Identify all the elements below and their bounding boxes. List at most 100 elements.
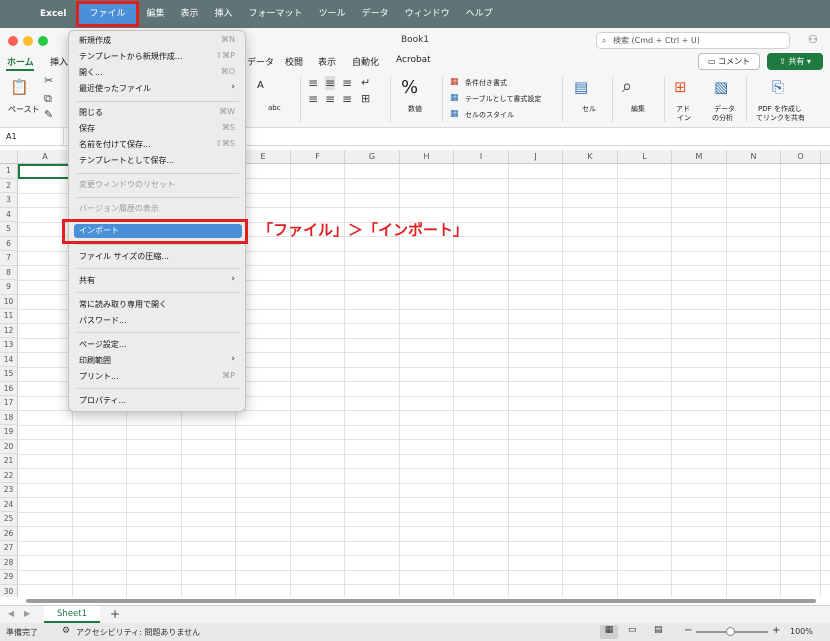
format-as-table-button[interactable]: テーブルとして書式設定 <box>465 94 541 104</box>
copy-icon[interactable]: ⧉ <box>44 92 52 106</box>
file-menu[interactable]: ファイル <box>76 1 139 27</box>
menu-item-properties[interactable]: プロパティ... <box>79 395 126 406</box>
menu-item-save-as[interactable]: 名前を付けて保存... <box>79 139 151 150</box>
cell-styles-button[interactable]: セルのスタイル <box>465 110 514 120</box>
row-header[interactable]: 29 <box>0 570 18 585</box>
row-header[interactable]: 26 <box>0 526 18 541</box>
align-center-icon[interactable]: ≡ <box>325 92 335 106</box>
menu-item-print-area[interactable]: 印刷範囲 <box>79 355 111 366</box>
align-bottom-icon[interactable]: ≡ <box>342 76 352 90</box>
menu-item-save[interactable]: 保存 <box>79 123 95 134</box>
menu-item-save-as-template[interactable]: テンプレートとして保存... <box>79 155 174 166</box>
cells-icon[interactable]: ▤ <box>574 78 588 96</box>
row-header[interactable]: 10 <box>0 294 18 309</box>
menu-item-page-setup[interactable]: ページ設定... <box>79 339 126 350</box>
create-pdf-icon[interactable]: ⎘ <box>772 78 784 96</box>
comment-button[interactable]: ▭ コメント <box>698 53 760 70</box>
row-header[interactable]: 24 <box>0 497 18 512</box>
prev-sheet-icon[interactable]: ◀ <box>8 609 14 618</box>
page-break-view-icon[interactable]: ▤ <box>654 625 663 635</box>
name-box[interactable]: A1 <box>0 128 64 145</box>
share-button[interactable]: ⇪ 共有 ▾ <box>767 53 823 70</box>
row-header[interactable]: 22 <box>0 468 18 483</box>
tab-insert[interactable]: 挿入 <box>50 55 68 68</box>
row-header[interactable]: 21 <box>0 454 18 469</box>
row-header[interactable]: 20 <box>0 439 18 454</box>
row-header[interactable]: 11 <box>0 309 18 324</box>
menu-item-new-from-template[interactable]: テンプレートから新規作成... <box>79 51 182 62</box>
tools-menu[interactable]: ツール <box>311 0 354 28</box>
edit-menu[interactable]: 編集 <box>139 0 173 28</box>
row-header[interactable]: 19 <box>0 425 18 440</box>
column-header[interactable]: I <box>454 150 509 164</box>
menu-item-recent[interactable]: 最近使ったファイル <box>79 83 151 94</box>
menu-item-print[interactable]: プリント... <box>79 371 119 382</box>
number-format-button[interactable]: % <box>401 77 418 98</box>
cut-icon[interactable]: ✂ <box>44 74 53 87</box>
align-middle-icon[interactable]: ≡ <box>325 76 336 90</box>
apple-icon[interactable] <box>10 7 26 21</box>
search-input[interactable]: ⌕ 検索 (Cmd + Ctrl + U) <box>596 32 790 49</box>
row-header[interactable]: 4 <box>0 207 18 222</box>
horizontal-scrollbar[interactable] <box>0 597 830 605</box>
menu-item-close[interactable]: 閉じる <box>79 107 103 118</box>
addins-icon[interactable]: ⊞ <box>674 78 687 96</box>
zoom-in-icon[interactable]: + <box>772 625 780 636</box>
row-header[interactable]: 8 <box>0 265 18 280</box>
sheet-tab-sheet1[interactable]: Sheet1 <box>44 606 100 623</box>
window-menu[interactable]: ウィンドウ <box>397 0 458 28</box>
column-header[interactable]: L <box>618 150 672 164</box>
paste-icon[interactable]: 📋 <box>10 78 29 96</box>
row-header[interactable]: 18 <box>0 410 18 425</box>
column-header[interactable]: M <box>672 150 727 164</box>
font-size-up-button[interactable]: A <box>257 80 264 91</box>
wrap-text-icon[interactable]: ↵ <box>361 76 370 89</box>
align-left-icon[interactable]: ≡ <box>308 92 318 106</box>
align-top-icon[interactable]: ≡ <box>308 76 318 90</box>
column-header[interactable]: K <box>563 150 618 164</box>
select-all-corner[interactable] <box>0 150 18 164</box>
merge-cells-icon[interactable]: ⊞ <box>361 92 370 105</box>
find-icon[interactable]: ⌕ <box>622 76 632 97</box>
format-painter-icon[interactable]: ✎ <box>44 108 53 121</box>
row-header[interactable]: 5 <box>0 222 18 237</box>
menu-item-password[interactable]: パスワード... <box>79 315 127 326</box>
zoom-slider-thumb[interactable] <box>726 627 735 636</box>
tab-review[interactable]: 校閲 <box>285 55 303 68</box>
conditional-format-button[interactable]: 条件付き書式 <box>465 78 507 88</box>
row-header[interactable]: 15 <box>0 367 18 382</box>
tab-home[interactable]: ホーム <box>7 55 34 68</box>
row-header[interactable]: 27 <box>0 541 18 556</box>
tab-data[interactable]: データ <box>247 55 274 68</box>
data-menu[interactable]: データ <box>354 0 397 28</box>
column-header[interactable]: J <box>509 150 563 164</box>
menu-item-always-read-only[interactable]: 常に読み取り専用で開く <box>79 299 167 310</box>
row-header[interactable]: 28 <box>0 555 18 570</box>
column-header[interactable]: H <box>400 150 454 164</box>
column-header[interactable]: O <box>781 150 821 164</box>
menu-item-reduce-file-size[interactable]: ファイル サイズの圧縮... <box>79 251 169 262</box>
row-header[interactable]: 7 <box>0 251 18 266</box>
app-name-menu[interactable]: Excel <box>32 0 74 28</box>
tab-automate[interactable]: 自動化 <box>352 55 379 68</box>
help-menu[interactable]: ヘルプ <box>458 0 501 28</box>
row-header[interactable]: 12 <box>0 323 18 338</box>
row-header[interactable]: 6 <box>0 236 18 251</box>
view-menu[interactable]: 表示 <box>173 0 207 28</box>
people-icon[interactable]: ⚇ <box>808 33 818 46</box>
row-header[interactable]: 1 <box>0 164 18 179</box>
scrollbar-thumb[interactable] <box>26 599 816 603</box>
align-right-icon[interactable]: ≡ <box>342 92 352 106</box>
column-header[interactable]: G <box>345 150 400 164</box>
zoom-out-icon[interactable]: − <box>684 625 692 636</box>
orientation-button[interactable]: abc <box>268 104 281 112</box>
selected-cell[interactable] <box>18 164 73 179</box>
row-header[interactable]: 3 <box>0 193 18 208</box>
row-header[interactable]: 23 <box>0 483 18 498</box>
menu-item-open[interactable]: 開く... <box>79 67 103 78</box>
page-layout-view-icon[interactable]: ▭ <box>628 625 637 635</box>
analyze-data-icon[interactable]: ▧ <box>714 78 728 96</box>
menu-item-share[interactable]: 共有 <box>79 275 95 286</box>
row-header[interactable]: 9 <box>0 280 18 295</box>
row-header[interactable]: 14 <box>0 352 18 367</box>
